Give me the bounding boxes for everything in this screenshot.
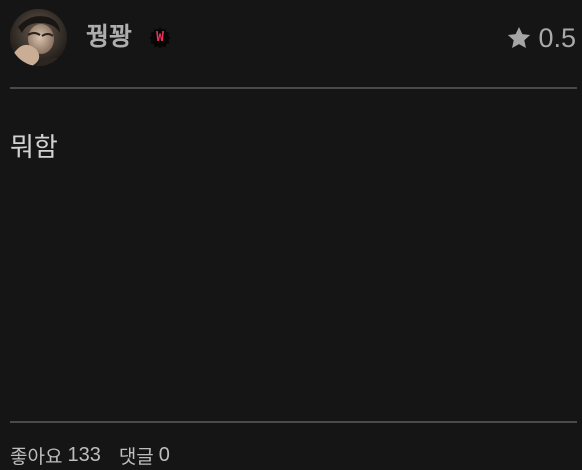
likes-count: 133 xyxy=(67,443,101,466)
likes-stat[interactable]: 좋아요 133 xyxy=(10,442,101,469)
star-icon xyxy=(506,25,532,51)
comments-label: 댓글 xyxy=(118,445,154,468)
likes-label: 좋아요 xyxy=(10,445,63,468)
badge-icon: W xyxy=(148,26,172,50)
rating: 0.5 xyxy=(506,22,576,54)
divider xyxy=(10,421,577,423)
badge-letter: W xyxy=(156,30,164,45)
review-text: 뭐함 xyxy=(10,133,58,163)
comments-count: 0 xyxy=(158,443,170,466)
username[interactable]: 꿩꽝 xyxy=(86,21,132,53)
divider xyxy=(10,87,577,89)
user-avatar-photo xyxy=(10,9,67,66)
rating-value: 0.5 xyxy=(538,23,576,53)
comments-stat[interactable]: 댓글 0 xyxy=(119,442,170,469)
review-footer: 좋아요 133 댓글 0 xyxy=(10,442,170,468)
avatar[interactable] xyxy=(10,9,67,66)
review-header: 꿩꽝 W 0.5 xyxy=(0,0,582,76)
